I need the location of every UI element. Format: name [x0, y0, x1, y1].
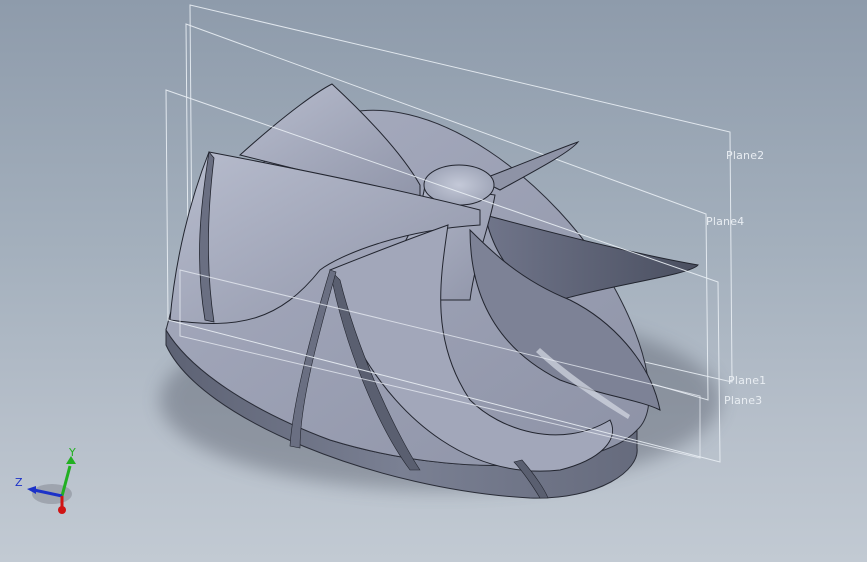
plane1-label[interactable]: Plane1 — [728, 374, 766, 387]
plane4-label[interactable]: Plane4 — [706, 215, 744, 228]
x-axis-arrow — [58, 506, 66, 514]
plane2-label[interactable]: Plane2 — [726, 149, 764, 162]
plane3-label[interactable]: Plane3 — [724, 394, 762, 407]
z-axis-label: Z — [15, 476, 23, 489]
graphics-viewport[interactable]: Plane2 Plane4 Plane1 Plane3 Y Z — [0, 0, 867, 562]
model-scene[interactable] — [0, 0, 867, 562]
z-axis-arrow — [27, 486, 36, 494]
view-orientation-triad[interactable]: Y Z — [10, 444, 90, 524]
y-axis-label: Y — [68, 446, 76, 459]
